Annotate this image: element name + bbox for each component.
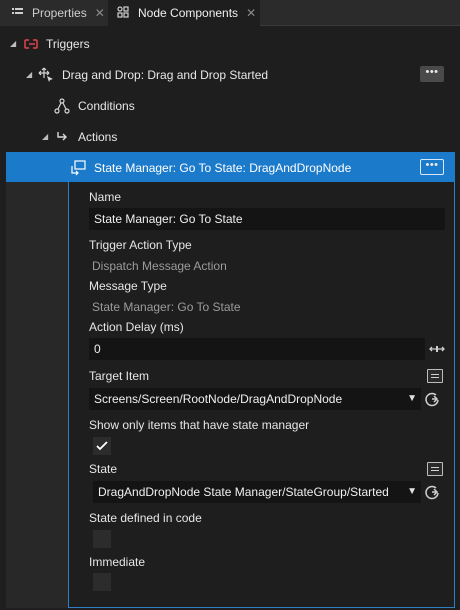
state-defined-label: State defined in code xyxy=(89,511,202,525)
tab-label: Node Components xyxy=(138,6,239,20)
tree-label: Triggers xyxy=(46,36,90,51)
trigger-icon xyxy=(23,36,39,52)
node-components-icon xyxy=(116,5,130,21)
tree-row-triggers[interactable]: ◢ Triggers xyxy=(0,28,460,59)
expand-arrow-icon[interactable]: ◢ xyxy=(42,132,48,141)
chevron-down-icon: ▼ xyxy=(407,393,417,404)
immediate-checkbox[interactable] xyxy=(93,573,111,591)
tab-label: Properties xyxy=(32,6,87,20)
action-delay-field[interactable]: 0 xyxy=(89,338,425,360)
list-icon xyxy=(10,7,24,20)
tab-node-components[interactable]: Node Components ✕ xyxy=(108,0,260,26)
tree-label: Actions xyxy=(78,129,118,144)
reset-icon[interactable] xyxy=(424,484,440,500)
tree-row-trigger[interactable]: ◢ Drag and Drop: Drag and Drop Started •… xyxy=(0,59,460,90)
tree-row-conditions[interactable]: Conditions xyxy=(0,90,460,121)
drag-value-icon[interactable] xyxy=(429,342,445,358)
close-icon[interactable]: ✕ xyxy=(246,6,256,20)
show-only-label: Show only items that have state manager xyxy=(89,418,310,432)
state-select[interactable]: DragAndDropNode State Manager/StateGroup… xyxy=(93,481,421,503)
expand-arrow-icon[interactable]: ◢ xyxy=(10,39,16,48)
pick-item-icon[interactable] xyxy=(427,369,443,383)
trigger-action-type-label: Trigger Action Type xyxy=(89,238,192,252)
message-type-label: Message Type xyxy=(89,279,167,293)
target-item-select[interactable]: Screens/Screen/RootNode/DragAndDropNode … xyxy=(89,388,421,410)
state-value: DragAndDropNode State Manager/StateGroup… xyxy=(98,485,389,499)
reset-icon[interactable] xyxy=(424,391,440,407)
tab-properties[interactable]: Properties ✕ xyxy=(0,0,108,26)
actions-icon xyxy=(54,129,70,145)
tab-strip: Properties ✕ Node Components ✕ xyxy=(0,0,460,26)
tree-row-action-selected[interactable]: State Manager: Go To State: DragAndDropN… xyxy=(6,152,455,183)
drag-drop-icon xyxy=(38,67,54,83)
name-label: Name xyxy=(89,190,122,204)
tree-label: State Manager: Go To State: DragAndDropN… xyxy=(94,160,352,175)
close-icon[interactable]: ✕ xyxy=(95,6,105,20)
go-to-state-icon xyxy=(70,159,86,176)
tree-label: Conditions xyxy=(78,98,135,113)
immediate-label: Immediate xyxy=(89,555,146,569)
pick-state-icon[interactable] xyxy=(427,462,443,476)
indent-strip xyxy=(6,182,68,608)
show-only-checkbox[interactable] xyxy=(93,437,111,455)
chevron-down-icon: ▼ xyxy=(407,486,417,497)
more-options-button[interactable]: ••• xyxy=(420,159,444,175)
trigger-action-type-value: Dispatch Message Action xyxy=(92,259,227,273)
expand-arrow-icon[interactable]: ◢ xyxy=(26,70,32,79)
message-type-value: State Manager: Go To State xyxy=(92,300,241,314)
state-label: State xyxy=(89,462,118,476)
tree-row-actions[interactable]: ◢ Actions xyxy=(0,121,460,152)
tree-label: Drag and Drop: Drag and Drop Started xyxy=(62,67,269,82)
target-item-label: Target Item xyxy=(89,369,150,383)
target-item-value: Screens/Screen/RootNode/DragAndDropNode xyxy=(94,392,343,406)
conditions-icon xyxy=(54,97,70,114)
action-delay-label: Action Delay (ms) xyxy=(89,320,184,334)
more-options-button[interactable]: ••• xyxy=(420,66,444,82)
state-defined-checkbox[interactable] xyxy=(93,530,111,548)
name-field[interactable]: State Manager: Go To State xyxy=(89,208,445,230)
